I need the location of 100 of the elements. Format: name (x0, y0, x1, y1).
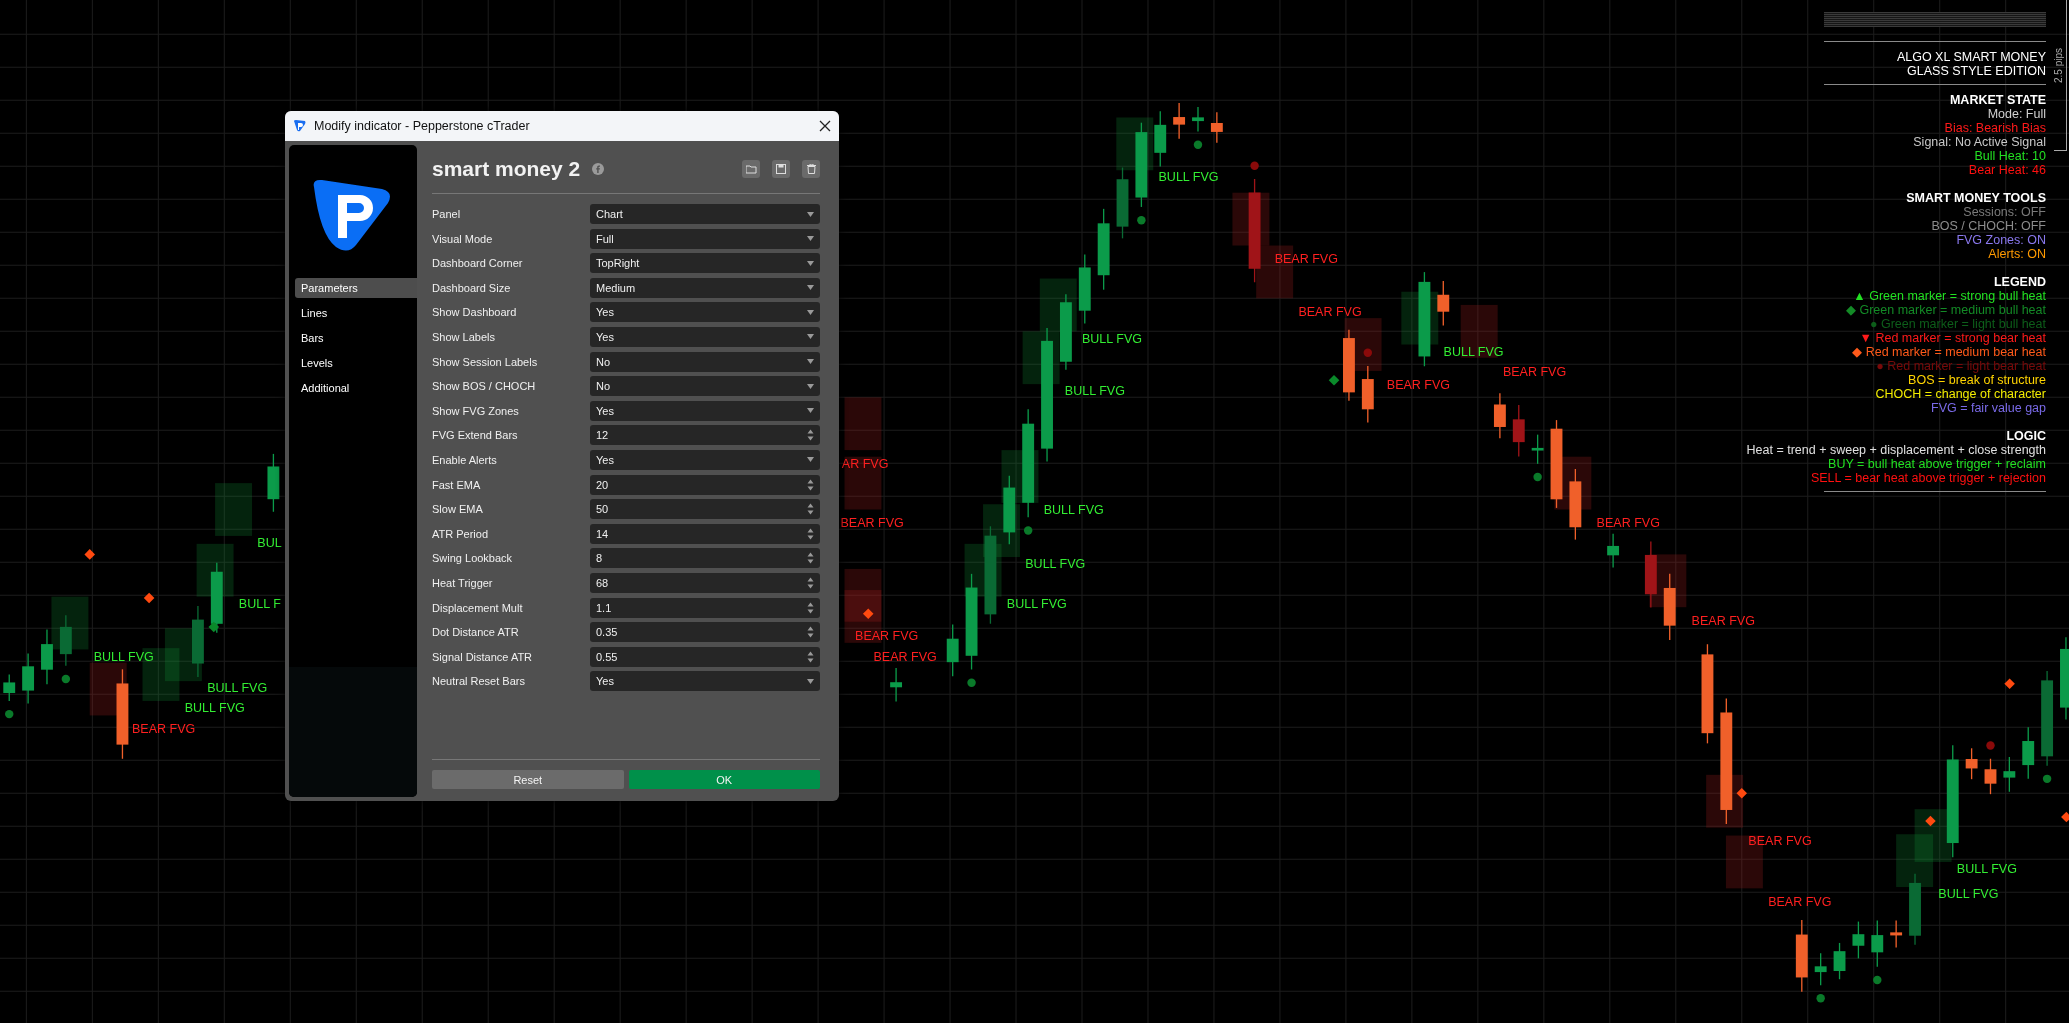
spinner-icon[interactable] (807, 576, 814, 589)
dropdown[interactable]: Yes (590, 671, 820, 692)
fvg-label: BULL FVG (207, 681, 268, 696)
diamond-marker (862, 608, 874, 620)
candlestick (41, 628, 53, 685)
dropdown[interactable]: Yes (590, 302, 820, 323)
fvg-zone (215, 483, 253, 536)
diamond-marker (143, 592, 155, 604)
caret-icon (807, 457, 814, 463)
dashboard-line: SELL = bear heat above trigger + rejection (1810, 471, 2046, 485)
spinner-icon[interactable] (807, 429, 814, 442)
dashboard-line: Sessions: OFF (1963, 205, 2046, 219)
candlestick (1607, 533, 1620, 569)
diamond-marker (208, 621, 220, 633)
marker-dot (1250, 161, 1259, 170)
diamond-marker (1328, 374, 1340, 386)
number-field[interactable]: 8 (590, 548, 820, 569)
marker-dot (1023, 526, 1033, 535)
fvg-label: BULL FVG (1443, 344, 1504, 359)
number-field[interactable]: 14 (590, 523, 820, 544)
parameter-label: Dot Distance ATR (432, 626, 520, 639)
dropdown[interactable]: Full (590, 228, 820, 249)
dropdown[interactable]: Yes (590, 326, 820, 347)
spinner-icon[interactable] (807, 527, 814, 540)
candlestick (1078, 253, 1091, 325)
spinner-icon[interactable] (807, 650, 814, 663)
fvg-label: BULL FVG (1064, 384, 1125, 399)
fvg-label: BEAR FVG (873, 649, 937, 664)
spinner-icon[interactable] (807, 478, 814, 491)
dropdown[interactable]: Chart (590, 204, 820, 224)
spinner-icon[interactable] (807, 552, 814, 565)
dashboard-line: ◆ Red marker = medium bear heat (1852, 345, 2046, 359)
section-heading: SMART MONEY TOOLS (1906, 191, 2046, 205)
dropdown[interactable]: Yes (590, 449, 820, 470)
number-field[interactable]: 0.55 (590, 646, 820, 667)
fvg-label: BULL FVG (1006, 596, 1067, 611)
number-field[interactable]: 68 (590, 572, 820, 593)
number-field[interactable]: 0.35 (590, 622, 820, 643)
candlestick (1663, 572, 1676, 641)
marker-dot (1816, 994, 1825, 1003)
dropdown[interactable]: No (590, 351, 820, 372)
marker-dot (1533, 472, 1542, 482)
candlestick (2022, 726, 2035, 780)
sidebar-tab[interactable]: Levels (295, 353, 417, 373)
marker-dot (1193, 140, 1203, 149)
dashboard-line: ● Green marker = light bull heat (1869, 317, 2046, 331)
parameter-label: Enable Alerts (432, 453, 498, 466)
dropdown[interactable]: TopRight (590, 253, 820, 274)
diamond-marker (2061, 811, 2069, 823)
candlestick (1361, 365, 1374, 424)
fvg-label: BULL FVG (1025, 557, 1086, 572)
sidebar-tab[interactable]: Additional (295, 378, 417, 398)
dropdown[interactable]: Medium (590, 277, 820, 298)
number-field[interactable]: 12 (590, 425, 820, 446)
marker-dot (2042, 774, 2052, 784)
marker-dot (1137, 215, 1146, 225)
dashboard-line: Bias: Bearish Bias (1944, 121, 2046, 135)
trash-icon (806, 164, 816, 174)
parameter-label: Show Dashboard (432, 306, 518, 319)
fvg-label: BEAR FVG (1596, 516, 1660, 531)
dashboard-line: Bull Heat: 10 (1974, 149, 2046, 163)
dropdown[interactable]: No (590, 376, 820, 397)
save-button[interactable] (772, 160, 790, 178)
number-field[interactable]: 1.1 (590, 597, 820, 618)
caret-icon (807, 678, 814, 684)
candlestick (3, 673, 16, 702)
number-field[interactable]: 50 (590, 499, 820, 520)
dashboard-line: FVG Zones: ON (1956, 233, 2046, 247)
spinner-icon[interactable] (807, 601, 814, 614)
dashboard-line: ▼ Red marker = strong bear heat (1859, 331, 2046, 345)
fvg-label: BEAR FVG (1502, 364, 1567, 379)
fvg-label: BEAR FVG (1386, 377, 1451, 392)
sidebar-tab[interactable]: Lines (295, 303, 417, 323)
fvg-label: BULL FVG (184, 701, 245, 716)
sidebar-tab[interactable]: Bars (295, 328, 417, 348)
spinner-icon[interactable] (807, 503, 814, 516)
number-field[interactable]: 20 (590, 474, 820, 495)
section-heading: LOGIC (2006, 429, 2046, 443)
candlestick (1531, 433, 1544, 465)
close-icon[interactable] (819, 120, 831, 132)
fvg-label: BEAR FVG (131, 722, 196, 737)
marker-dot (61, 674, 71, 684)
ok-button[interactable]: OK (628, 770, 820, 789)
parameter-label: Heat Trigger (432, 576, 494, 589)
candlestick (1173, 102, 1186, 140)
spinner-icon[interactable] (807, 626, 814, 639)
dropdown[interactable]: Yes (590, 400, 820, 421)
parameter-label: Slow EMA (432, 503, 484, 516)
open-button[interactable] (742, 160, 760, 178)
candlestick (1210, 111, 1223, 144)
reset-button[interactable]: Reset (432, 770, 624, 789)
diamond-marker (1736, 788, 1748, 799)
dashboard-line: Signal: No Active Signal (1913, 135, 2046, 149)
sidebar-tab[interactable]: Parameters (295, 278, 417, 298)
delete-button[interactable] (802, 160, 820, 178)
marker-dot (1873, 975, 1882, 985)
candlestick (1871, 919, 1884, 968)
candlestick (1814, 952, 1827, 986)
info-icon[interactable] (592, 163, 605, 175)
dashboard-line: Alerts: ON (1988, 247, 2046, 261)
